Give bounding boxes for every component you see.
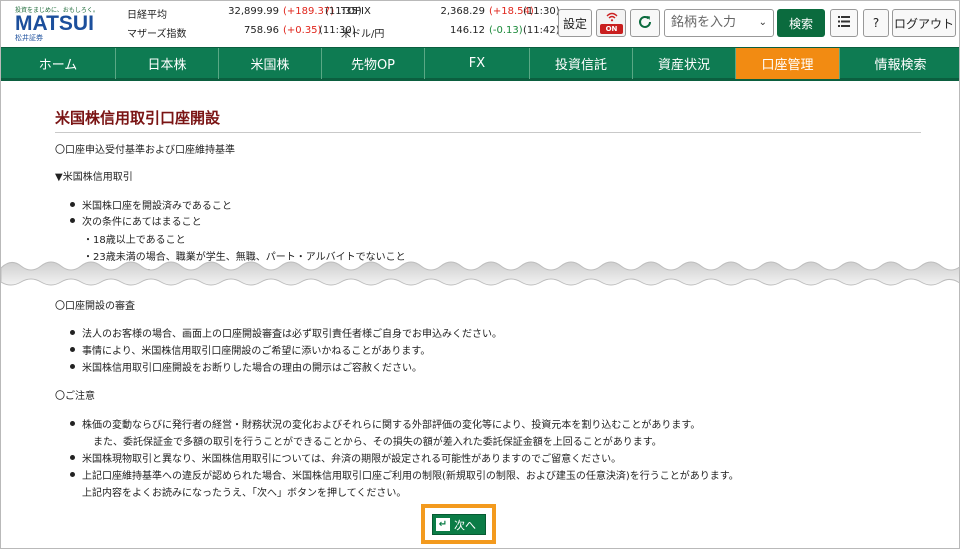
- list-item: 米国株口座を開設済みであること: [70, 197, 232, 212]
- list-item: 米国株信用取引口座開設をお断りした場合の理由の開示はご容赦ください。: [70, 359, 422, 374]
- section-heading-criteria: 〇口座申込受付基準および口座維持基準: [55, 145, 235, 156]
- nav-item-japan-stock[interactable]: 日本株: [116, 48, 219, 79]
- nav-item-assets[interactable]: 資産状況: [633, 48, 736, 79]
- nav-item-fx[interactable]: FX: [425, 48, 530, 79]
- ticker-value: 758.96: [244, 25, 279, 36]
- ticker-name: TOPIX: [341, 6, 371, 17]
- list-item-continuation: 上記内容をよくお読みになったうえ、「次へ」ボタンを押してください。: [82, 488, 407, 499]
- nav-item-us-stock[interactable]: 米国株: [219, 48, 322, 79]
- list-item: 株価の変動ならびに発行者の経営・財務状況の変化およびそれらに関する外部評価の変化…: [69, 416, 700, 431]
- nav-item-account-management[interactable]: 口座管理: [736, 48, 840, 79]
- nav-item-home[interactable]: ホーム: [1, 48, 116, 79]
- torn-edge-divider: [1, 261, 959, 286]
- header: 投資をまじめに、おもしろく。 MATSUI 松井証券 日経平均 32,899.9…: [1, 1, 959, 45]
- subsection-heading-us-margin: ▼米国株信用取引: [55, 172, 133, 183]
- list-item-continuation: また、委託保証金で多額の取引を行うことができることから、その損失の額が差入れた委…: [93, 437, 662, 448]
- main-content: 米国株信用取引口座開設: [55, 107, 921, 129]
- stock-search-select[interactable]: 銘柄を入力 ⌄: [664, 9, 774, 37]
- ticker-time: (11:30): [523, 6, 560, 17]
- next-button[interactable]: ↵ 次へ: [432, 514, 486, 535]
- ticker-name: 日経平均: [127, 10, 167, 21]
- chevron-down-icon: ⌄: [758, 17, 767, 28]
- nav-item-futures-options[interactable]: 先物OP: [322, 48, 425, 79]
- return-arrow-icon: ↵: [436, 518, 450, 531]
- list-item: 事情により、米国株信用取引口座開設のご希望に添いかねることがあります。: [69, 342, 430, 357]
- section-heading-review: 〇口座開設の審査: [55, 301, 135, 312]
- menu-button[interactable]: [830, 9, 858, 37]
- ticker-mothers: マザーズ指数 758.96 (+0.35) (11:30): [127, 25, 356, 40]
- search-placeholder: 銘柄を入力: [671, 15, 737, 30]
- list-subitem: ・18歳以上であること: [83, 235, 186, 246]
- logo[interactable]: 投資をまじめに、おもしろく。 MATSUI 松井証券: [15, 5, 107, 42]
- section-heading-caution: 〇ご注意: [55, 391, 95, 402]
- ticker-value: 32,899.99: [228, 6, 279, 17]
- nav-item-info-search[interactable]: 情報検索: [840, 48, 959, 79]
- realtime-toggle[interactable]: ON: [596, 9, 626, 37]
- ticker-change: (+0.35): [283, 25, 322, 36]
- settings-button[interactable]: 設定: [558, 9, 592, 37]
- ticker-name: 米ドル/円: [341, 29, 385, 40]
- ticker-time: (11:42): [523, 25, 560, 36]
- logo-sub: 松井証券: [15, 34, 43, 42]
- list-item: 次の条件にあてはまること: [70, 213, 202, 228]
- logo-brand: MATSUI: [15, 12, 94, 35]
- logout-button[interactable]: ログアウト: [892, 9, 956, 37]
- ticker-name: マザーズ指数: [127, 29, 187, 40]
- main-nav: ホーム 日本株 米国株 先物OP FX 投資信託 資産状況 口座管理 情報検索: [1, 47, 959, 81]
- toggle-state-label: ON: [600, 24, 623, 34]
- list-item: 上記口座維持基準への違反が認められた場合、米国株信用取引口座ご利用の制限(新規取…: [70, 467, 739, 482]
- app-window: 投資をまじめに、おもしろく。 MATSUI 松井証券 日経平均 32,899.9…: [0, 0, 960, 549]
- nav-item-mutual-funds[interactable]: 投資信託: [530, 48, 633, 79]
- ticker-value: 146.12: [450, 25, 485, 36]
- list-icon: [838, 16, 850, 30]
- ticker-value: 2,368.29: [440, 6, 485, 17]
- search-button[interactable]: 検索: [777, 9, 825, 37]
- title-divider: [55, 132, 921, 133]
- list-item: 米国株現物取引と異なり、米国株信用取引については、弁済の期限が設定される可能性が…: [69, 450, 621, 465]
- refresh-icon: [637, 14, 653, 33]
- ticker-change: (-0.13): [489, 25, 523, 36]
- page-title: 米国株信用取引口座開設: [55, 109, 221, 127]
- list-item: 法人のお客様の場合、画面上の口座開設審査は必ず取引責任者様ご自身でお申込みくださ…: [70, 325, 502, 340]
- help-button[interactable]: ?: [863, 9, 889, 37]
- ticker-nikkei: 日経平均 32,899.99 (+189.37) (11:35): [127, 6, 362, 21]
- refresh-button[interactable]: [630, 9, 660, 37]
- next-button-highlight: ↵ 次へ: [421, 504, 496, 544]
- ticker-topix: TOPIX 2,368.29 (+18.54) (11:30): [341, 6, 560, 17]
- next-button-label: 次へ: [454, 518, 476, 532]
- ticker-usdjpy: 米ドル/円 146.12 (-0.13) (11:42): [341, 25, 560, 40]
